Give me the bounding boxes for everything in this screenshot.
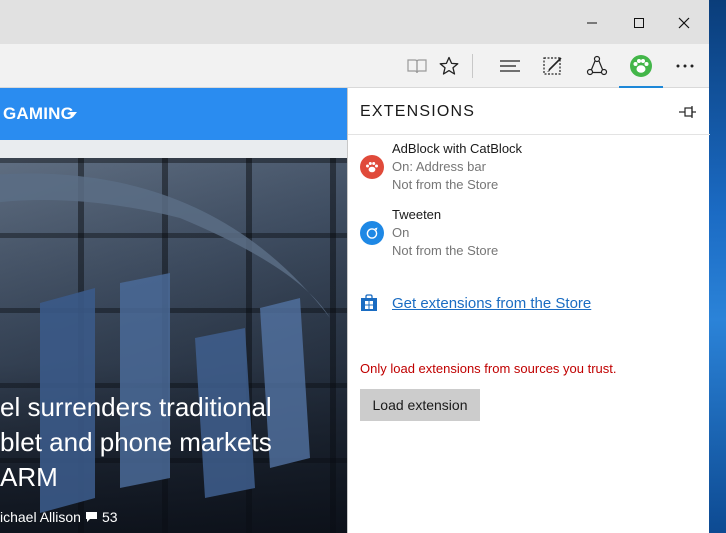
- browser-toolbar: [0, 44, 709, 88]
- favorites-star-icon: [439, 56, 459, 75]
- comment-icon: [85, 512, 97, 522]
- comment-count[interactable]: 53: [102, 509, 118, 525]
- extension-source: Not from the Store: [392, 177, 499, 192]
- reading-view-icon: [407, 59, 427, 74]
- web-note-icon: [543, 57, 562, 75]
- extension-item[interactable]: Tweeten On Not from the Store: [360, 206, 690, 260]
- hub-button[interactable]: [494, 50, 526, 82]
- web-page: GAMING el surrenders traditional blet an…: [0, 88, 347, 533]
- minimize-button[interactable]: [569, 8, 615, 38]
- trust-warning: Only load extensions from sources you tr…: [360, 361, 617, 376]
- title-bar: [0, 0, 709, 44]
- extension-source: Not from the Store: [392, 243, 499, 258]
- web-note-button[interactable]: [537, 50, 569, 82]
- pin-icon[interactable]: [678, 104, 698, 120]
- site-nav-bar: GAMING: [0, 88, 347, 140]
- headline-line: el surrenders traditional: [0, 392, 272, 422]
- browser-window: GAMING el surrenders traditional blet an…: [0, 0, 710, 533]
- headline-line: ARM: [0, 462, 58, 492]
- favorites-button[interactable]: [433, 50, 465, 82]
- maximize-button[interactable]: [616, 8, 662, 38]
- extension-status: On: [392, 225, 410, 240]
- headline-line: blet and phone markets: [0, 427, 272, 457]
- hero-image[interactable]: el surrenders traditional blet and phone…: [0, 158, 347, 533]
- extensions-panel: EXTENSIONS AdBlock with CatBlock On: Add…: [347, 88, 710, 533]
- catblock-extension-icon: [630, 55, 652, 77]
- nav-item-gaming[interactable]: GAMING: [3, 104, 74, 124]
- extension-item[interactable]: AdBlock with CatBlock On: Address bar No…: [360, 140, 690, 194]
- extension-name: Tweeten: [392, 207, 442, 222]
- chevron-down-icon: [69, 112, 77, 117]
- panel-divider: [348, 134, 710, 135]
- catblock-paw-icon: [360, 155, 384, 179]
- author-name[interactable]: ichael Allison: [0, 509, 81, 525]
- article-headline[interactable]: el surrenders traditional blet and phone…: [0, 390, 347, 495]
- hub-icon: [500, 60, 520, 72]
- toolbar-separator: [472, 54, 473, 78]
- article-byline: ichael Allison 53: [0, 509, 118, 525]
- extension-status: On: Address bar: [392, 159, 486, 174]
- more-icon: [676, 64, 694, 68]
- extension-details: AdBlock with CatBlock On: Address bar No…: [392, 140, 522, 194]
- store-link[interactable]: Get extensions from the Store: [360, 294, 591, 312]
- more-button[interactable]: [669, 50, 701, 82]
- close-icon: [678, 17, 690, 29]
- panel-title: EXTENSIONS: [360, 103, 476, 120]
- share-button[interactable]: [581, 50, 613, 82]
- tweeten-bird-icon: [360, 221, 384, 245]
- extension-name: AdBlock with CatBlock: [392, 141, 523, 156]
- screenshot-root: GAMING el surrenders traditional blet an…: [0, 0, 726, 533]
- desktop-background: [708, 0, 726, 533]
- minimize-icon: [587, 22, 597, 24]
- load-extension-button[interactable]: Load extension: [360, 389, 480, 421]
- share-icon: [586, 55, 608, 76]
- extension-details: Tweeten On Not from the Store: [392, 206, 498, 260]
- store-bag-icon: [361, 294, 377, 311]
- close-button[interactable]: [661, 8, 707, 38]
- reading-view-button[interactable]: [401, 50, 433, 82]
- page-spacer: [0, 140, 347, 158]
- catblock-extension-button[interactable]: [625, 50, 657, 82]
- store-link-text[interactable]: Get extensions from the Store: [392, 295, 591, 312]
- maximize-icon: [634, 18, 644, 28]
